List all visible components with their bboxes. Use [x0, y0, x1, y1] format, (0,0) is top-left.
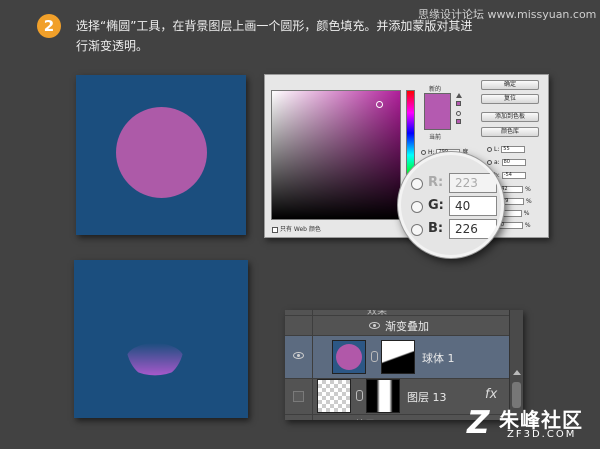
- lab-a-radio[interactable]: [487, 160, 492, 165]
- blue-field[interactable]: B: 226: [411, 219, 501, 241]
- layer-mask-thumbnail[interactable]: [381, 340, 415, 374]
- cmyk-c-input[interactable]: 42: [499, 186, 524, 193]
- color-libraries-button[interactable]: 颜色库: [481, 127, 539, 137]
- add-to-swatches-button[interactable]: 添加到色板: [481, 112, 539, 122]
- canvas-masked-preview: [74, 260, 248, 418]
- logo-mark: Z: [467, 405, 490, 441]
- watermark-text: 思缘设计论坛 www.missyuan.com: [418, 8, 597, 21]
- blue-input[interactable]: 226: [449, 219, 497, 239]
- scroll-up-icon[interactable]: [513, 370, 521, 375]
- step-number-badge: 2: [37, 14, 61, 38]
- site-logo: Z 朱峰社区 ZF3D.COM: [467, 402, 597, 446]
- logo-url: ZF3D.COM: [507, 429, 577, 440]
- green-field[interactable]: G: 40: [411, 196, 501, 218]
- eye-icon[interactable]: [293, 352, 304, 359]
- layer-thumbnail[interactable]: [332, 340, 366, 374]
- red-radio[interactable]: [411, 178, 423, 190]
- chain-link-icon[interactable]: [371, 351, 378, 362]
- layer-thumbnail[interactable]: [317, 379, 351, 413]
- web-safe-color-icon[interactable]: [456, 119, 461, 124]
- instruction-line-2: 行渐变透明。: [76, 39, 149, 53]
- ok-button[interactable]: 确定: [481, 80, 539, 90]
- lab-l-input[interactable]: 55: [501, 146, 526, 153]
- layer-row-sphere[interactable]: 球体 1: [285, 336, 509, 379]
- red-field[interactable]: R: 223: [411, 173, 501, 195]
- layer-name[interactable]: 球体 1: [422, 350, 455, 366]
- layer-mask-thumbnail[interactable]: [366, 379, 400, 413]
- web-colors-only-option[interactable]: 只有 Web 颜色: [272, 224, 321, 233]
- visibility-toggle[interactable]: [293, 391, 304, 402]
- lab-a-field[interactable]: a: 80: [487, 159, 526, 166]
- new-color-swatch: [424, 93, 451, 112]
- green-radio[interactable]: [411, 201, 423, 213]
- current-color-label: 当前: [429, 134, 442, 141]
- ellipse-shape: [116, 107, 207, 198]
- magnifier-lens: R: 223 G: 40 B: 226: [398, 152, 504, 258]
- lab-b-input[interactable]: -54: [501, 172, 526, 179]
- fx-icon[interactable]: fx: [485, 387, 497, 402]
- cmyk-k-input[interactable]: 0: [498, 222, 523, 229]
- reset-button[interactable]: 复位: [481, 94, 539, 104]
- lab-l-field[interactable]: L: 55: [487, 146, 526, 153]
- gamut-warning-icon[interactable]: [456, 93, 462, 98]
- color-field[interactable]: [271, 90, 401, 220]
- hue-radio[interactable]: [421, 150, 426, 155]
- current-color-swatch[interactable]: [424, 112, 451, 130]
- eye-icon[interactable]: [369, 322, 380, 329]
- web-safe-warning-icon[interactable]: [456, 111, 461, 116]
- red-input[interactable]: 223: [449, 173, 497, 193]
- canvas-circle-preview: [76, 75, 246, 235]
- color-field-marker[interactable]: [376, 101, 383, 108]
- instruction-line-1: 选择“椭圆”工具，在背景图层上画一个圆形，颜色填充。并添加蒙版对其进: [76, 19, 473, 33]
- web-colors-only-checkbox[interactable]: [272, 226, 278, 233]
- layer-name[interactable]: 图层 13: [407, 389, 447, 405]
- effect-name: 渐变叠加: [385, 320, 429, 333]
- green-input[interactable]: 40: [449, 196, 497, 216]
- lab-l-radio[interactable]: [487, 147, 492, 152]
- new-color-label: 新的: [429, 86, 442, 93]
- blue-radio[interactable]: [411, 224, 423, 236]
- masked-ellipse-shape: [126, 343, 184, 376]
- lab-a-input[interactable]: 80: [501, 159, 526, 166]
- gradient-overlay-effect-row[interactable]: 渐变叠加: [285, 316, 509, 336]
- chain-link-icon[interactable]: [356, 390, 363, 401]
- gamut-color-icon[interactable]: [456, 101, 461, 106]
